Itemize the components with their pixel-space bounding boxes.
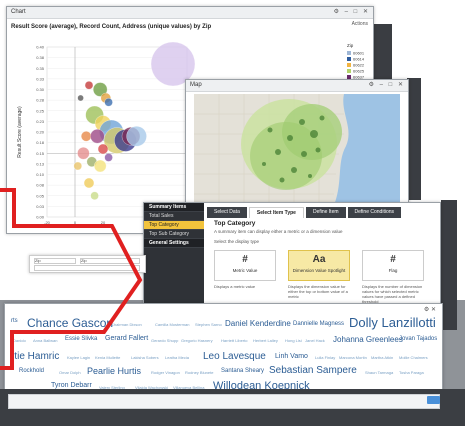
- red-arrow-annotation: [0, 188, 143, 370]
- bottom-toolbar: [8, 394, 440, 409]
- bottom-action-button[interactable]: [427, 396, 440, 404]
